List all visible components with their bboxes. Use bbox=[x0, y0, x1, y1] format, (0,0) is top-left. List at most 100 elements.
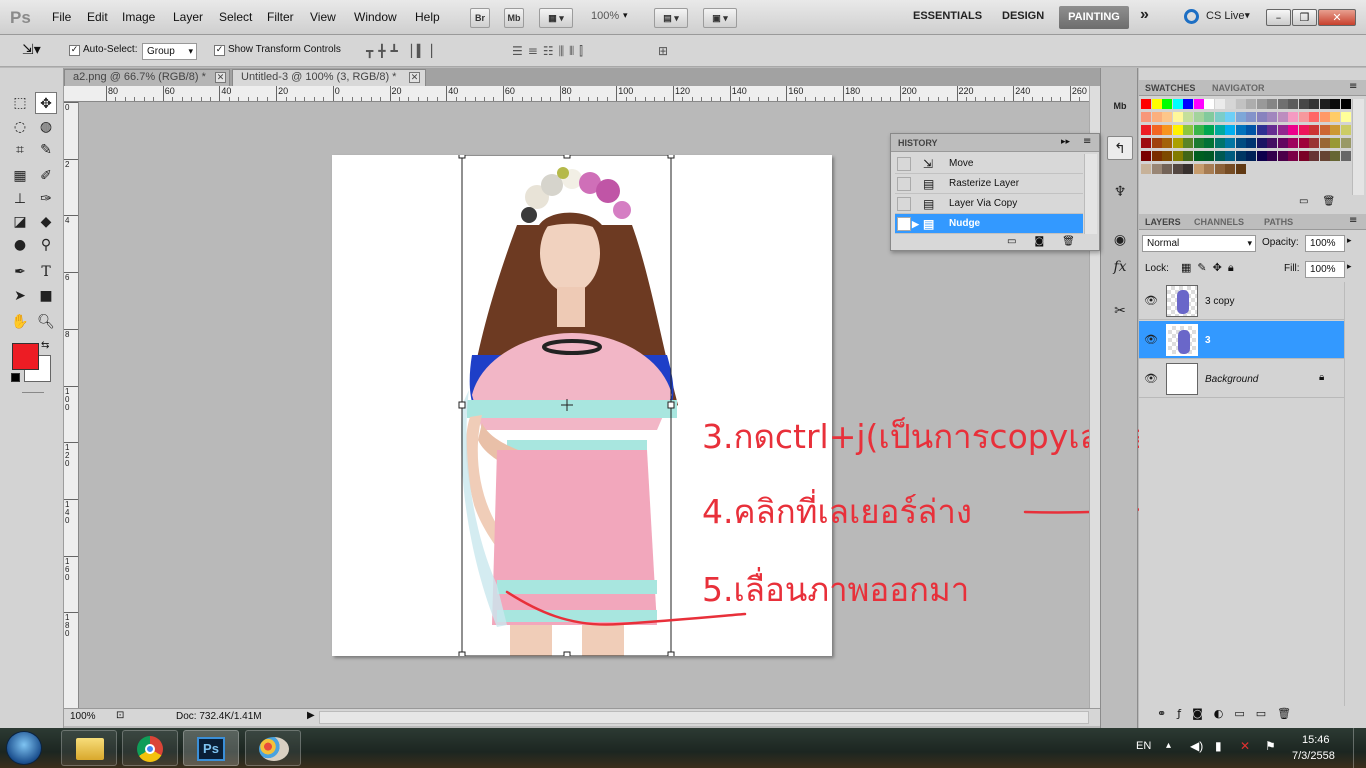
color-swatch[interactable] bbox=[1151, 164, 1163, 175]
color-swatch[interactable] bbox=[1235, 112, 1247, 123]
color-swatch[interactable] bbox=[1183, 164, 1194, 175]
tool-presets-icon[interactable]: ✂ bbox=[1107, 299, 1133, 323]
tab-swatches[interactable]: SWATCHES bbox=[1145, 83, 1195, 93]
fill-arrow-icon[interactable]: ▸ bbox=[1347, 262, 1352, 272]
eye-icon[interactable]: 👁︎ bbox=[1144, 334, 1158, 346]
styles-icon[interactable]: ◉ bbox=[1107, 228, 1133, 252]
fill-field[interactable]: 100% bbox=[1305, 261, 1345, 278]
color-swatch[interactable] bbox=[1151, 125, 1163, 136]
action-center-icon[interactable]: ⚑ bbox=[1265, 739, 1276, 753]
mini-bridge-panel-icon[interactable]: Mb bbox=[1107, 94, 1133, 118]
color-swatch[interactable] bbox=[1246, 138, 1257, 149]
color-swatch[interactable] bbox=[1204, 164, 1215, 175]
color-swatch[interactable] bbox=[1172, 138, 1184, 149]
color-swatch[interactable] bbox=[1256, 99, 1268, 110]
color-swatch[interactable] bbox=[1319, 112, 1331, 123]
collapse-icon[interactable]: ▸▸ bbox=[1061, 137, 1070, 147]
color-swatch[interactable] bbox=[1162, 125, 1173, 136]
horizontal-scrollbar[interactable] bbox=[319, 711, 1089, 724]
show-hidden-icons[interactable]: ▴ bbox=[1166, 740, 1171, 751]
history-item[interactable]: ▤ Rasterize Layer bbox=[895, 174, 1083, 194]
color-swatch[interactable] bbox=[1214, 164, 1226, 175]
history-checkbox[interactable] bbox=[897, 177, 911, 191]
effects-icon[interactable]: fx bbox=[1107, 255, 1133, 279]
color-swatch[interactable] bbox=[1204, 125, 1215, 136]
color-swatch[interactable] bbox=[1172, 151, 1184, 162]
color-swatch[interactable] bbox=[1309, 138, 1320, 149]
color-swatch[interactable] bbox=[1204, 99, 1215, 110]
lock-icons[interactable]: ▦✎✥🔒︎ bbox=[1181, 261, 1240, 275]
color-swatch[interactable] bbox=[1151, 99, 1163, 110]
color-swatch[interactable] bbox=[1298, 138, 1310, 149]
color-swatch[interactable] bbox=[1214, 138, 1226, 149]
color-swatch[interactable] bbox=[1225, 151, 1236, 162]
color-swatch[interactable] bbox=[1288, 125, 1299, 136]
color-swatch[interactable] bbox=[1141, 125, 1152, 136]
color-swatch[interactable] bbox=[1340, 151, 1352, 162]
opacity-arrow-icon[interactable]: ▸ bbox=[1347, 236, 1352, 246]
color-swatch[interactable] bbox=[1277, 138, 1289, 149]
color-swatch[interactable] bbox=[1256, 151, 1268, 162]
color-swatch[interactable] bbox=[1246, 125, 1257, 136]
color-swatch[interactable] bbox=[1340, 125, 1352, 136]
color-swatch[interactable] bbox=[1235, 164, 1247, 175]
color-swatch[interactable] bbox=[1204, 138, 1215, 149]
color-swatch[interactable] bbox=[1288, 138, 1299, 149]
color-swatch[interactable] bbox=[1214, 151, 1226, 162]
history-item-selected[interactable]: ▶ ▤ Nudge bbox=[895, 214, 1083, 234]
history-item[interactable]: ⇲ Move bbox=[895, 154, 1083, 174]
tab-paths[interactable]: PATHS bbox=[1264, 217, 1293, 227]
color-swatch[interactable] bbox=[1141, 99, 1152, 110]
color-swatch[interactable] bbox=[1235, 125, 1247, 136]
color-swatch[interactable] bbox=[1298, 151, 1310, 162]
color-swatch[interactable] bbox=[1225, 99, 1236, 110]
history-footer-icons[interactable]: ▭◙🗑︎ bbox=[1007, 236, 1093, 247]
color-swatch[interactable] bbox=[1330, 112, 1341, 123]
color-swatch[interactable] bbox=[1309, 151, 1320, 162]
color-swatch[interactable] bbox=[1277, 99, 1289, 110]
brush-presets-icon[interactable]: ♆ bbox=[1107, 180, 1133, 204]
opacity-field[interactable]: 100% bbox=[1305, 235, 1345, 252]
blend-mode-dropdown[interactable]: Normal ▾ bbox=[1142, 235, 1256, 252]
color-swatch[interactable] bbox=[1151, 138, 1163, 149]
clock-date[interactable]: 7/3/2558 bbox=[1292, 750, 1335, 762]
color-swatch[interactable] bbox=[1235, 138, 1247, 149]
color-swatch[interactable] bbox=[1246, 151, 1257, 162]
color-swatch[interactable] bbox=[1141, 151, 1152, 162]
color-swatch[interactable] bbox=[1204, 112, 1215, 123]
status-icon[interactable]: ⊡ bbox=[116, 710, 124, 721]
color-swatch[interactable] bbox=[1225, 125, 1236, 136]
color-swatch[interactable] bbox=[1172, 125, 1184, 136]
tab-history[interactable]: HISTORY bbox=[898, 138, 938, 148]
power-icon[interactable]: ▮ bbox=[1215, 739, 1222, 753]
color-swatch[interactable] bbox=[1183, 112, 1194, 123]
color-swatch[interactable] bbox=[1288, 151, 1299, 162]
layer-name[interactable]: 3 copy bbox=[1205, 296, 1234, 307]
color-swatch[interactable] bbox=[1256, 138, 1268, 149]
color-swatch[interactable] bbox=[1277, 125, 1289, 136]
layer-name[interactable]: 3 bbox=[1205, 335, 1211, 346]
language-indicator[interactable]: EN bbox=[1136, 740, 1151, 752]
color-swatch[interactable] bbox=[1204, 151, 1215, 162]
color-swatch[interactable] bbox=[1162, 164, 1173, 175]
color-swatch[interactable] bbox=[1151, 112, 1163, 123]
color-swatch[interactable] bbox=[1193, 151, 1205, 162]
color-swatch[interactable] bbox=[1235, 151, 1247, 162]
network-icon[interactable]: ✕ bbox=[1240, 739, 1250, 753]
status-zoom[interactable]: 100% bbox=[70, 711, 96, 722]
clock-time[interactable]: 15:46 bbox=[1302, 734, 1330, 746]
color-swatch[interactable] bbox=[1267, 138, 1278, 149]
explorer-taskbar-button[interactable] bbox=[61, 730, 117, 766]
color-swatch[interactable] bbox=[1267, 99, 1278, 110]
color-swatch[interactable] bbox=[1246, 99, 1257, 110]
volume-icon[interactable]: ◀︎) bbox=[1190, 739, 1203, 753]
color-swatch[interactable] bbox=[1141, 164, 1152, 175]
color-swatch[interactable] bbox=[1298, 112, 1310, 123]
color-swatch[interactable] bbox=[1151, 151, 1163, 162]
color-swatch[interactable] bbox=[1162, 138, 1173, 149]
color-swatch[interactable] bbox=[1330, 125, 1341, 136]
status-menu-arrow-icon[interactable]: ▶ bbox=[307, 710, 315, 721]
paint-taskbar-button[interactable] bbox=[245, 730, 301, 766]
color-swatch[interactable] bbox=[1309, 99, 1320, 110]
eye-icon[interactable]: 👁︎ bbox=[1144, 373, 1158, 385]
